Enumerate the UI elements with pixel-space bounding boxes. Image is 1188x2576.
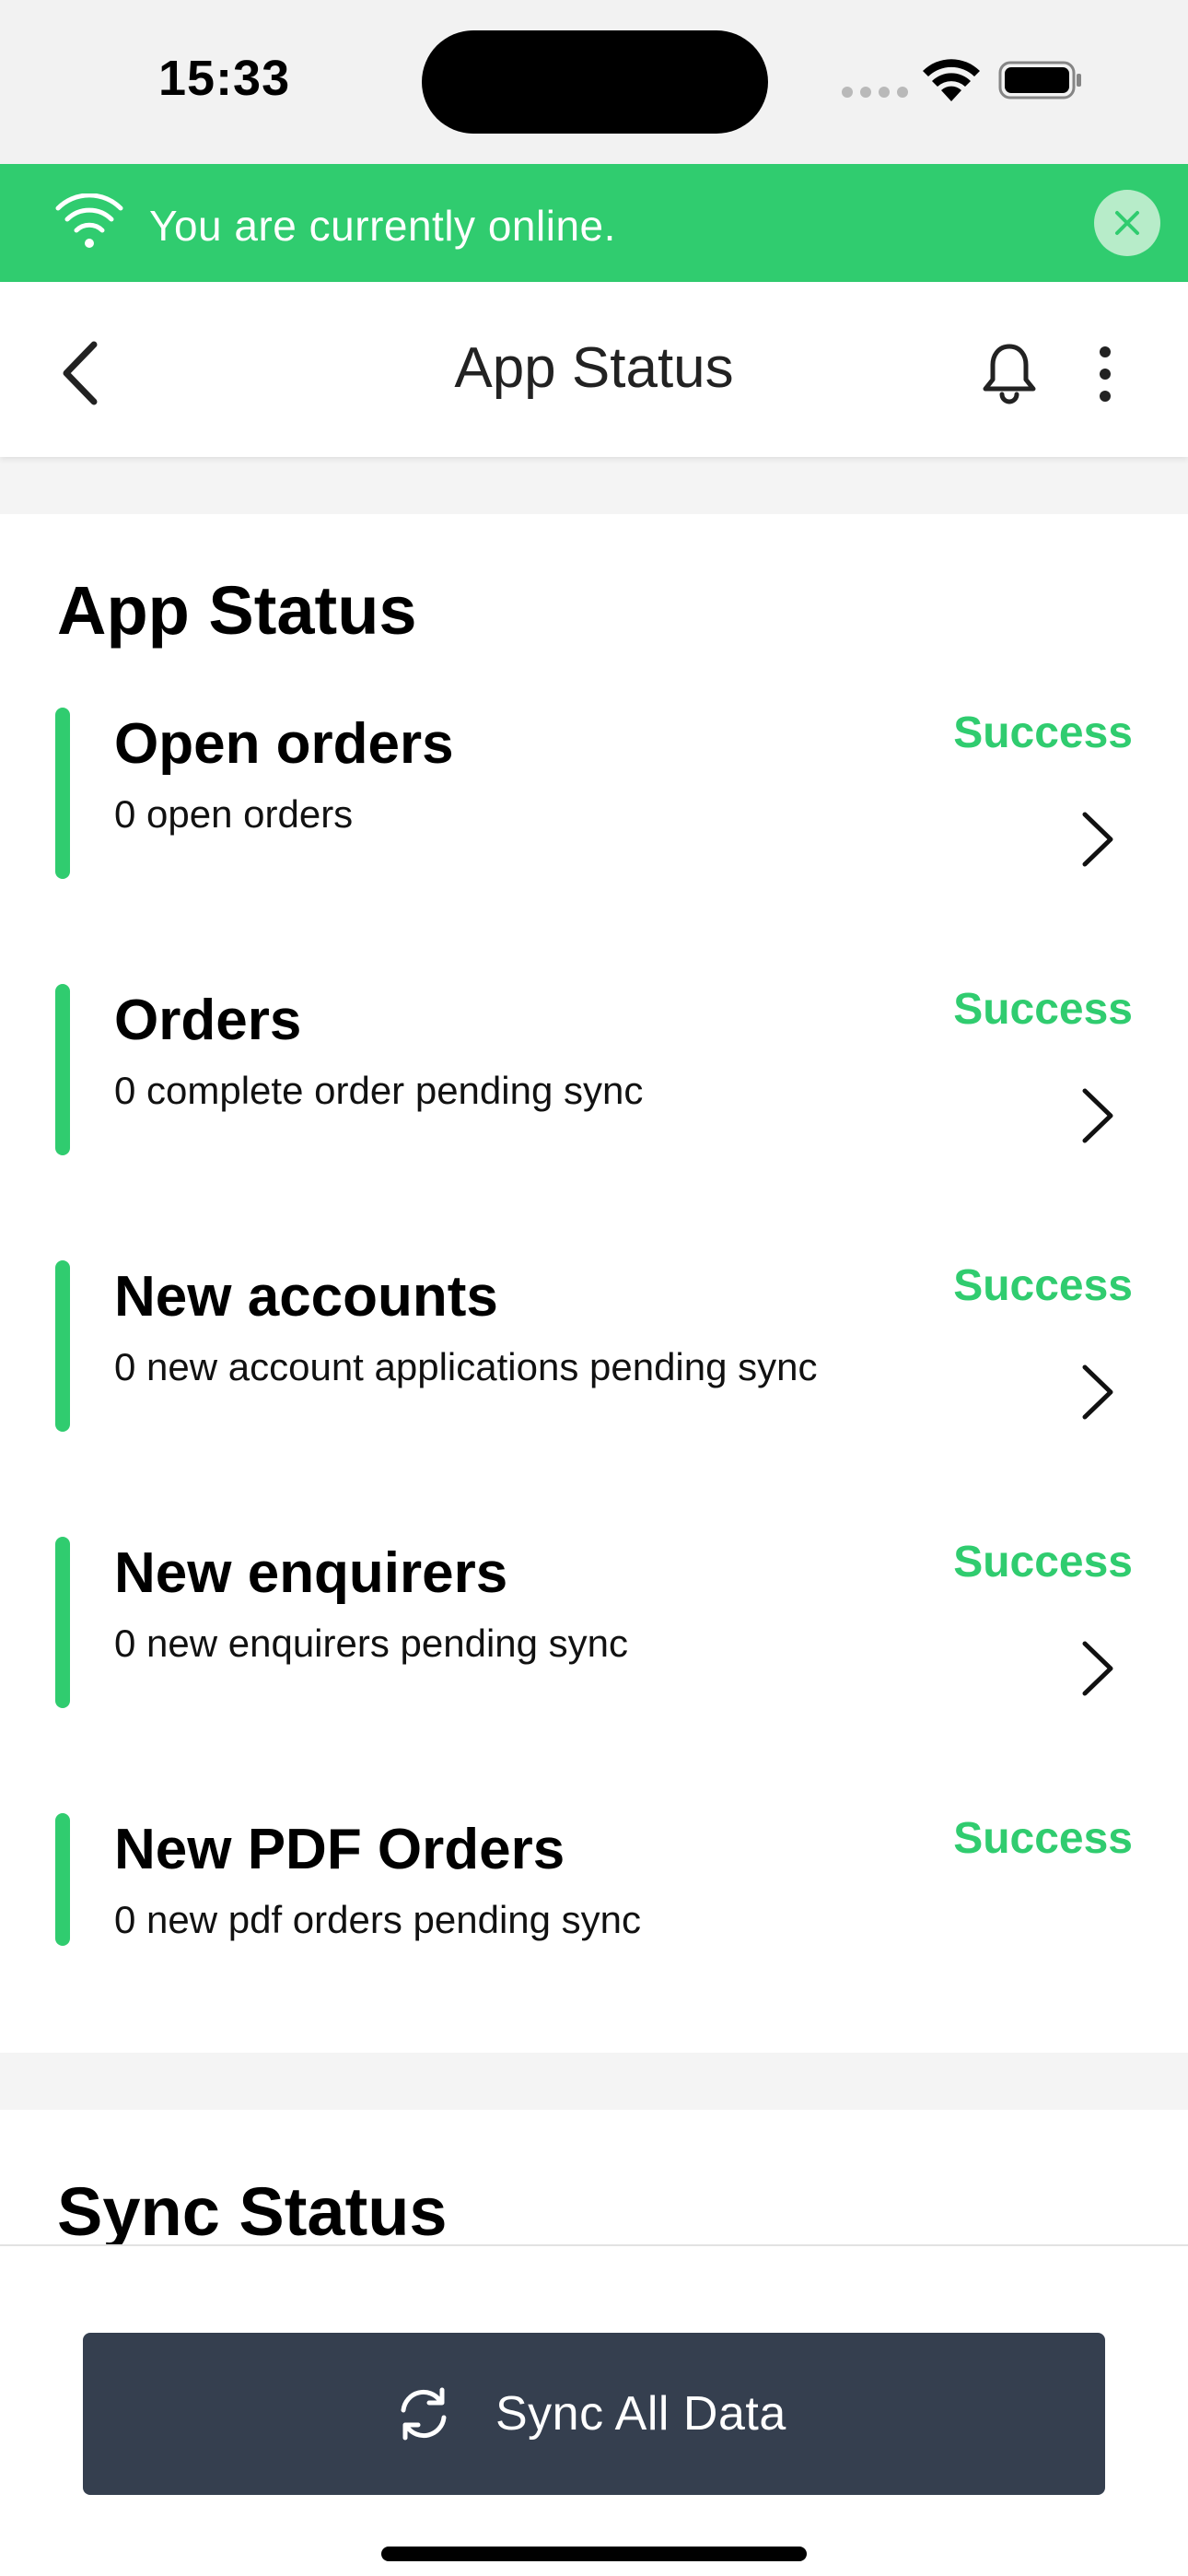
section-title: Sync Status [57,2173,448,2250]
online-banner: You are currently online. [0,164,1188,282]
battery-icon [998,61,1081,100]
more-vertical-icon [1100,346,1111,402]
cellular-signal-icon [842,87,908,98]
notifications-button[interactable] [976,339,1042,405]
close-icon [1115,211,1139,235]
status-time: 15:33 [158,51,291,106]
more-options-button[interactable] [1087,341,1124,407]
status-badge: Success [953,985,1133,1034]
bell-icon [983,344,1036,404]
sync-icon [401,2387,447,2441]
chevron-right-icon [1082,812,1113,867]
close-banner-button[interactable] [1094,190,1160,256]
wifi-icon [923,59,980,101]
home-indicator [381,2547,807,2561]
status-item-description: 0 new enquirers pending sync [114,1622,629,1665]
status-indicator-bar [55,984,70,1155]
status-item-description: 0 new pdf orders pending sync [114,1898,642,1941]
status-indicator-bar [55,1813,70,1946]
status-item-name: Open orders [114,712,454,776]
status-item-name: Orders [114,989,302,1052]
status-item-new-accounts[interactable]: New accounts 0 new account applications … [0,1260,1188,1435]
status-indicator-bar [55,708,70,879]
status-item-name: New accounts [114,1265,498,1329]
status-item-name: New enquirers [114,1541,508,1605]
chevron-right-icon [1082,1364,1113,1420]
sync-all-data-button[interactable]: Sync All Data [83,2333,1105,2495]
online-banner-text: You are currently online. [149,202,616,250]
status-item-open-orders[interactable]: Open orders 0 open orders Success [0,708,1188,883]
status-item-description: 0 new account applications pending sync [114,1345,818,1388]
status-item-description: 0 open orders [114,792,354,836]
status-bar: 15:33 [0,0,1188,164]
app-status-card: App Status Open orders 0 open orders Suc… [0,514,1188,2053]
navigation-bar: App Status [0,282,1188,457]
status-badge: Success [953,708,1133,757]
status-item-description: 0 complete order pending sync [114,1069,644,1112]
bottom-action-bar: Sync All Data [0,2244,1188,2576]
chevron-right-icon [1082,1088,1113,1143]
chevron-right-icon [1082,1641,1113,1696]
status-item-name: New PDF Orders [114,1818,565,1881]
sync-button-label: Sync All Data [495,2387,786,2441]
status-item-orders[interactable]: Orders 0 complete order pending sync Suc… [0,984,1188,1159]
status-indicator-bar [55,1537,70,1708]
app-screen: 15:33 You are currently online. App Stat… [0,0,1188,2576]
status-badge: Success [953,1261,1133,1310]
status-badge: Success [953,1814,1133,1863]
status-indicator-bar [55,1260,70,1432]
status-item-new-pdf-orders: New PDF Orders 0 new pdf orders pending … [0,1813,1188,1988]
section-title: App Status [57,572,417,649]
status-badge: Success [953,1538,1133,1587]
section-divider [0,2053,1188,2110]
status-item-new-enquirers[interactable]: New enquirers 0 new enquirers pending sy… [0,1537,1188,1712]
dynamic-island [422,30,768,134]
wifi-online-icon [55,193,123,248]
